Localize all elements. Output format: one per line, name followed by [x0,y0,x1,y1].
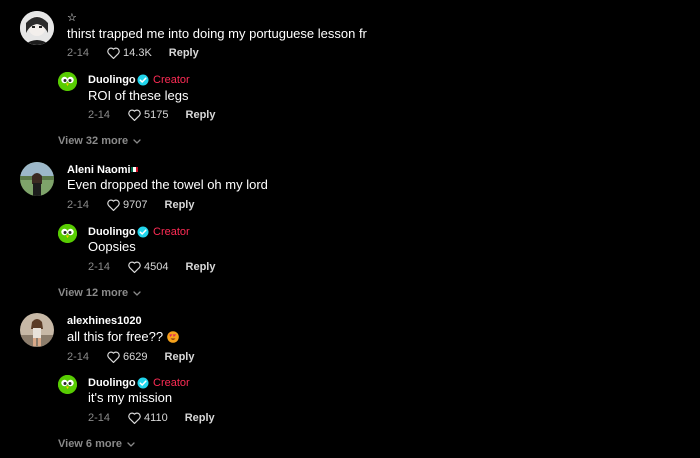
view-more-label: View 6 more [58,438,122,450]
duolingo-avatar[interactable] [58,72,77,91]
creator-label: Creator [153,226,190,238]
reply-date: 2-14 [88,261,111,273]
duolingo-avatar[interactable] [58,224,77,243]
reply-button[interactable]: Reply [169,46,199,60]
mexico-flag-icon [131,167,138,172]
heart-icon [128,412,141,424]
username[interactable]: ☆ [67,12,77,24]
verified-icon [137,226,149,238]
duo-owl-icon [58,375,77,394]
heart-icon [107,351,120,363]
heart-eyes-emoji-icon [167,331,179,343]
reply-button[interactable]: Reply [165,350,195,364]
creator-label: Creator [153,74,190,86]
reply-button[interactable]: Reply [186,260,216,274]
comment-date: 2-14 [67,47,90,59]
duo-owl-icon [58,224,77,243]
like-count: 14.3K [123,47,152,59]
comment-text: all this for free?? [67,329,179,345]
reply-button[interactable]: Reply [186,108,216,122]
comment-meta: 2-14 14.3K Reply [67,46,199,60]
verified-icon [137,377,149,389]
comment-text: Even dropped the towel oh my lord [67,177,268,192]
creator-badge: Creator [137,225,190,239]
reply-meta: 2-14 4504 Reply [88,260,215,274]
creator-label: Creator [153,377,190,389]
avatar-image [20,162,54,196]
like-button[interactable]: 6629 [107,350,148,364]
like-button[interactable]: 4504 [128,260,169,274]
username[interactable]: Duolingo [88,376,136,390]
reply-text: it's my mission [88,390,173,405]
duolingo-avatar[interactable] [58,375,77,394]
reply-meta: 2-14 5175 Reply [88,108,215,122]
heart-icon [128,109,141,121]
avatar[interactable] [20,11,54,45]
view-more-replies[interactable]: View 6 more [58,437,135,451]
heart-icon [107,47,120,59]
like-button[interactable]: 4110 [128,411,168,425]
like-button[interactable]: 14.3K [107,46,152,60]
like-count: 6629 [123,351,148,363]
reply-date: 2-14 [88,412,111,424]
chevron-down-icon [133,290,141,296]
username[interactable]: alexhines1020 [67,314,142,328]
verified-icon [137,74,149,86]
comment-text-content: all this for free?? [67,329,164,344]
like-count: 4504 [144,261,169,273]
comment-date: 2-14 [67,351,90,363]
username[interactable]: Aleni Naomi [67,163,131,177]
avatar-image [20,313,54,347]
like-button[interactable]: 9707 [107,198,148,212]
reply-button[interactable]: Reply [165,198,195,212]
like-button[interactable]: 5175 [128,108,169,122]
comment-date: 2-14 [67,199,90,211]
avatar-image [20,11,54,45]
avatar[interactable] [20,313,54,347]
comment-meta: 2-14 9707 Reply [67,198,194,212]
comment-text: thirst trapped me into doing my portugue… [67,26,367,41]
username[interactable]: Duolingo [88,225,136,239]
reply-meta: 2-14 4110 Reply [88,411,215,425]
avatar[interactable] [20,162,54,196]
reply-text: ROI of these legs [88,88,189,103]
view-more-label: View 12 more [58,287,129,299]
view-more-replies[interactable]: View 32 more [58,134,141,148]
heart-icon [128,261,141,273]
chevron-down-icon [127,441,135,447]
creator-badge: Creator [137,376,190,390]
reply-text: Oopsies [88,239,136,254]
view-more-replies[interactable]: View 12 more [58,286,141,300]
like-count: 5175 [144,109,169,121]
chevron-down-icon [133,138,141,144]
username[interactable]: Duolingo [88,73,136,87]
reply-date: 2-14 [88,109,111,121]
view-more-label: View 32 more [58,135,129,147]
creator-badge: Creator [137,73,190,87]
like-count: 9707 [123,199,148,211]
comment-meta: 2-14 6629 Reply [67,350,194,364]
like-count: 4110 [144,412,168,424]
heart-icon [107,199,120,211]
reply-button[interactable]: Reply [185,411,215,425]
duo-owl-icon [58,72,77,91]
